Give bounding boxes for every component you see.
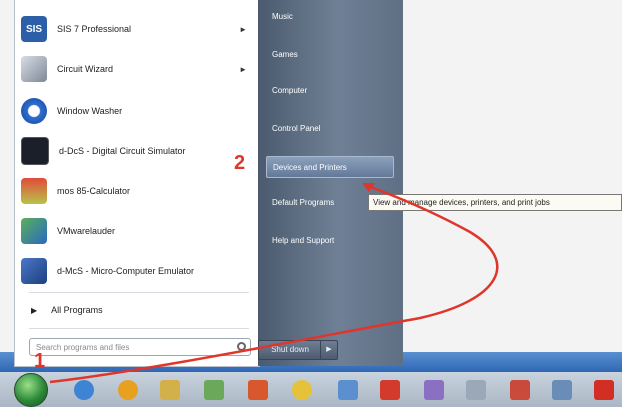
annotation-arrow	[49, 183, 499, 384]
screenshot: SIS SIS 7 Professional ► Circuit Wizard …	[0, 0, 622, 407]
step-number-1: 1	[34, 350, 46, 372]
step-number-2: 2	[234, 152, 246, 174]
